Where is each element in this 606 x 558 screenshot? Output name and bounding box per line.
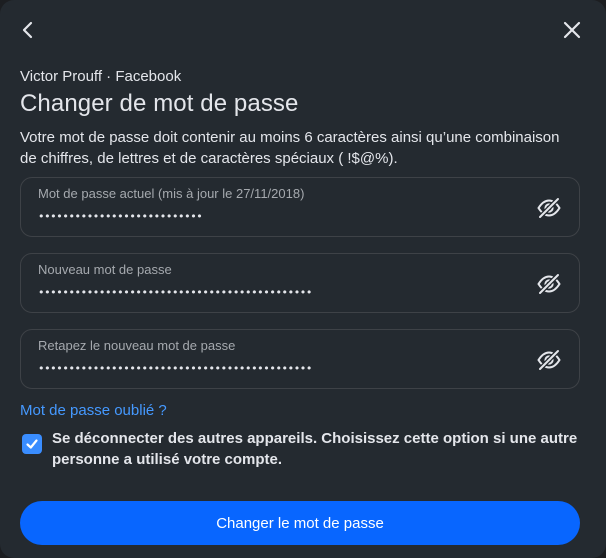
logout-other-devices-checkbox[interactable] [22, 434, 42, 454]
new-password-field[interactable]: Nouveau mot de passe [20, 253, 580, 313]
confirm-password-field[interactable]: Retapez le nouveau mot de passe [20, 329, 580, 389]
new-password-input[interactable] [38, 281, 508, 303]
current-password-label: Mot de passe actuel (mis à jour le 27/11… [38, 186, 305, 201]
account-line: Victor Prouff · Facebook [20, 68, 182, 85]
close-button[interactable] [556, 14, 588, 46]
eye-slash-icon [537, 348, 561, 372]
new-password-visibility-toggle[interactable] [535, 270, 563, 298]
page-title: Changer de mot de passe [20, 90, 299, 117]
confirm-password-visibility-toggle[interactable] [535, 346, 563, 374]
current-password-input[interactable] [38, 205, 508, 227]
confirm-password-label: Retapez le nouveau mot de passe [38, 338, 236, 353]
chevron-left-icon [22, 21, 33, 39]
eye-slash-icon [537, 196, 561, 220]
close-icon [563, 21, 581, 39]
forgot-password-link[interactable]: Mot de passe oublié ? [20, 402, 167, 419]
checkmark-icon [26, 439, 38, 449]
eye-slash-icon [537, 272, 561, 296]
current-password-visibility-toggle[interactable] [535, 194, 563, 222]
logout-other-devices-label[interactable]: Se déconnecter des autres appareils. Cho… [52, 428, 584, 470]
change-password-button[interactable]: Changer le mot de passe [20, 501, 580, 545]
back-button[interactable] [12, 14, 44, 46]
current-password-field[interactable]: Mot de passe actuel (mis à jour le 27/11… [20, 177, 580, 237]
password-requirements: Votre mot de passe doit contenir au moin… [20, 129, 560, 167]
confirm-password-input[interactable] [38, 357, 508, 379]
new-password-label: Nouveau mot de passe [38, 262, 172, 277]
change-password-dialog: Victor Prouff · Facebook Changer de mot … [0, 0, 606, 558]
